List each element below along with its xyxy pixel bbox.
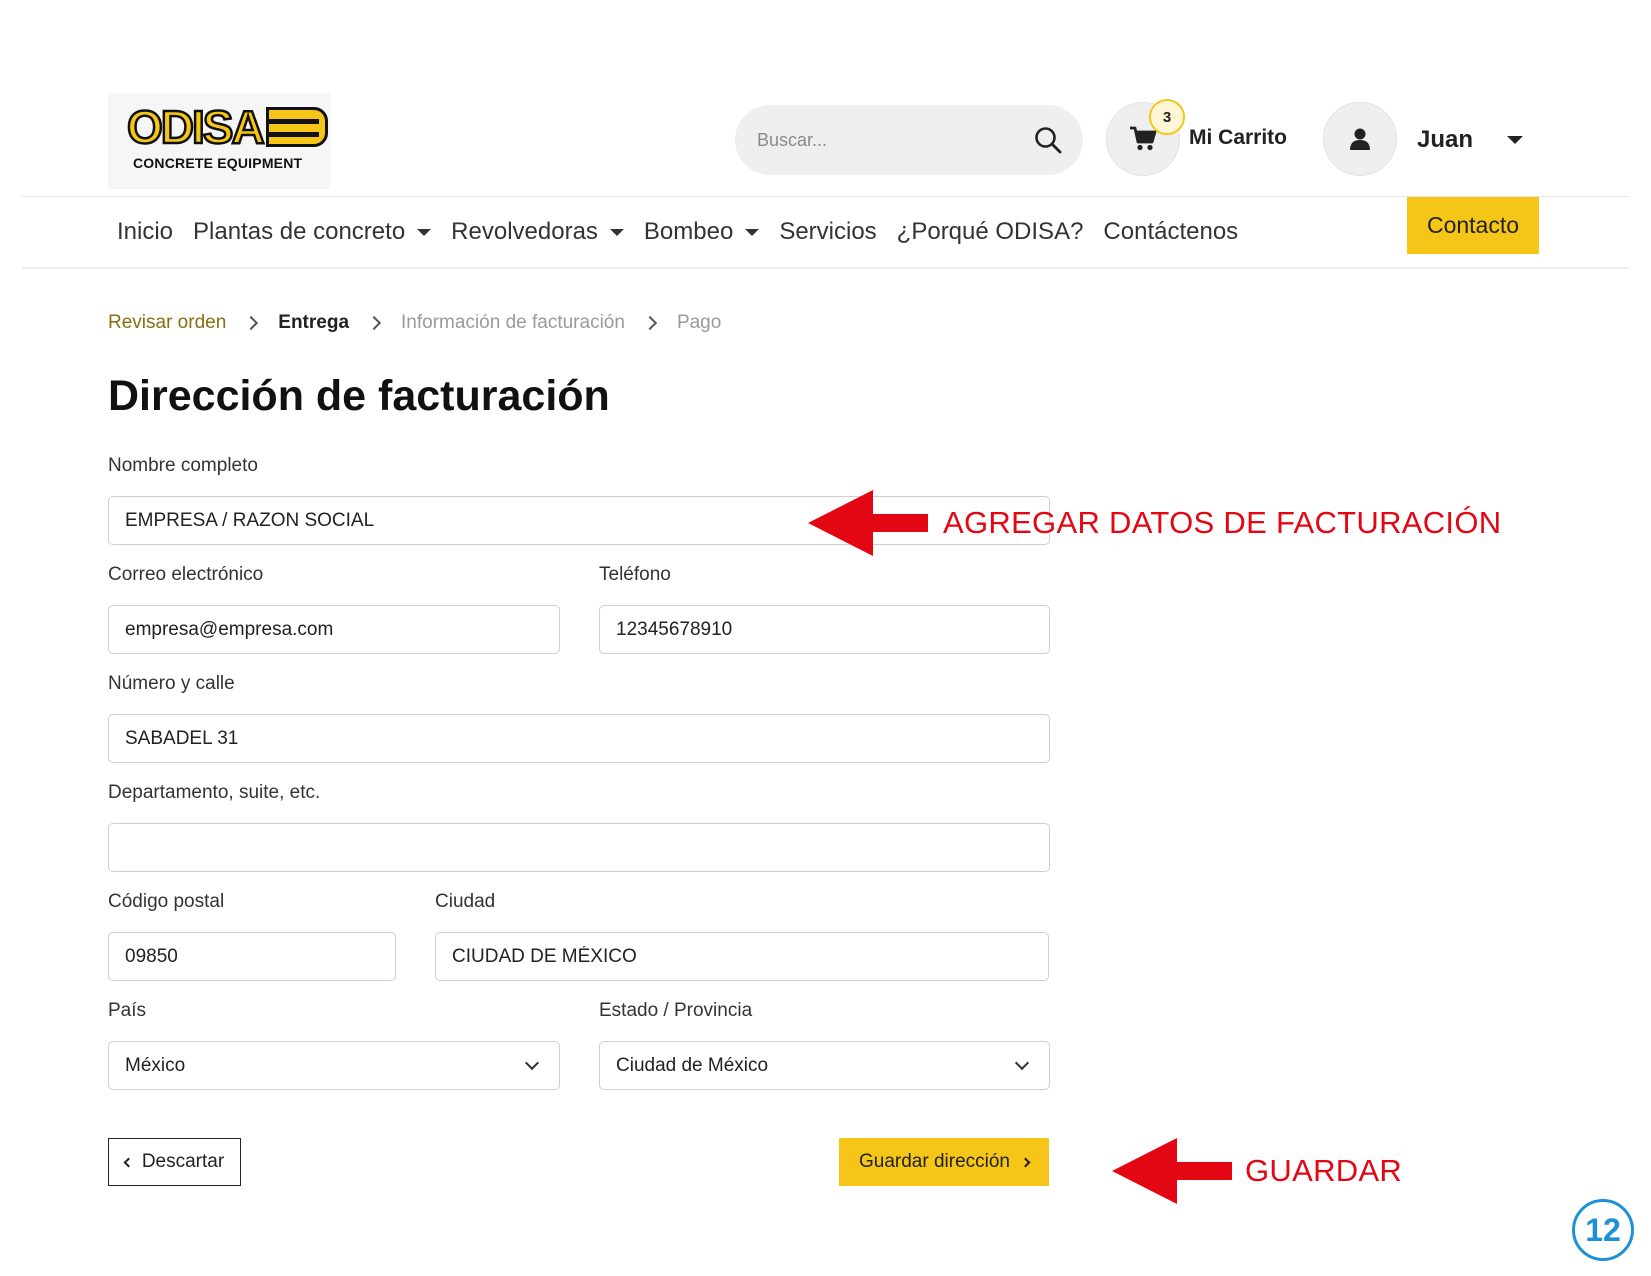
page-title: Dirección de facturación [108,372,610,420]
page-number-badge: 12 [1572,1199,1634,1261]
user-avatar[interactable] [1323,102,1397,176]
caret-down-icon [745,228,760,236]
logo-wordmark: ODISA [126,101,266,153]
main-nav: Inicio Plantas de concreto Revolvedoras … [117,218,1238,246]
apartment-input[interactable] [108,823,1050,872]
chevron-right-icon [1020,1157,1031,1167]
contact-button[interactable]: Contacto [1407,197,1539,254]
postal-code-input[interactable] [108,932,396,981]
chevron-down-icon [524,1055,540,1070]
cart-label[interactable]: Mi Carrito [1189,126,1287,150]
breadcrumb-step-delivery[interactable]: Entrega [278,312,349,334]
breadcrumb-step-billing: Información de facturación [401,312,625,333]
user-icon [1350,128,1370,150]
user-name[interactable]: Juan [1417,126,1473,154]
user-menu-caret-icon[interactable] [1507,136,1523,144]
nav-item-porque-odisa[interactable]: ¿Porqué ODISA? [897,218,1084,246]
nav-label: Contáctenos [1103,218,1239,245]
cart-count-badge: 3 [1149,99,1185,135]
country-select[interactable]: México [108,1041,560,1090]
nav-item-servicios[interactable]: Servicios [779,218,876,246]
caret-down-icon [609,228,624,236]
save-button-label: Guardar dirección [858,1151,1011,1172]
email-input[interactable] [108,605,560,654]
header-divider [22,196,1629,197]
full-name-label: Nombre completo [108,455,258,476]
caret-down-icon [417,228,432,236]
nav-divider [22,267,1629,269]
nav-item-bombeo[interactable]: Bombeo [643,218,760,246]
state-label: Estado / Provincia [599,1000,753,1021]
state-select[interactable]: Ciudad de México [599,1041,1050,1090]
street-label: Número y calle [108,673,235,694]
odisa-logo[interactable]: ODISA CONCRETE EQUIPMENT [108,93,330,189]
nav-label: ¿Porqué ODISA? [896,218,1084,245]
discard-button-label: Descartar [141,1151,225,1172]
search-icon[interactable] [1033,125,1063,155]
annotation-arrow-left-icon [1112,1138,1232,1204]
logo-mark: ODISA [126,101,328,153]
phone-input[interactable] [599,605,1050,654]
phone-label: Teléfono [599,564,671,585]
nav-label: Servicios [779,218,877,245]
chevron-right-icon [244,315,259,331]
annotation-arrow-left-icon [808,490,928,556]
city-input[interactable] [435,932,1049,981]
annotation-save-note: GUARDAR [1245,1153,1403,1188]
nav-item-contactenos[interactable]: Contáctenos [1103,218,1238,246]
cart-icon [1130,126,1157,151]
search-bar [735,105,1083,175]
nav-label: Bombeo [643,218,734,245]
postal-code-label: Código postal [108,891,225,912]
annotation-billing-note: AGREGAR DATOS DE FACTURACIÓN [943,505,1502,540]
nav-label: Inicio [117,218,174,245]
breadcrumb-step-payment: Pago [676,312,722,333]
nav-label: Plantas de concreto [193,218,406,245]
chevron-right-icon [642,315,658,331]
nav-item-plantas[interactable]: Plantas de concreto [193,218,432,246]
checkout-breadcrumb: Revisar orden Entrega Información de fac… [108,312,721,334]
discard-button[interactable]: Descartar [108,1138,241,1186]
chevron-right-icon [366,315,382,331]
apartment-label: Departamento, suite, etc. [108,782,321,803]
city-label: Ciudad [435,891,496,912]
save-address-button[interactable]: Guardar dirección [839,1138,1049,1186]
chevron-down-icon [1014,1055,1030,1070]
breadcrumb-step-review[interactable]: Revisar orden [108,312,226,334]
street-input[interactable] [108,714,1050,763]
logo-bars-icon [265,107,328,147]
country-selected-value: México [125,1054,186,1076]
search-input[interactable] [757,129,1027,151]
state-selected-value: Ciudad de México [616,1054,769,1076]
nav-item-revolvedoras[interactable]: Revolvedoras [451,218,624,246]
nav-item-inicio[interactable]: Inicio [117,218,173,246]
nav-label: Revolvedoras [451,218,598,245]
country-label: País [108,1000,147,1021]
email-label: Correo electrónico [108,564,264,585]
logo-tagline: CONCRETE EQUIPMENT [133,155,303,171]
chevron-left-icon [123,1157,134,1167]
